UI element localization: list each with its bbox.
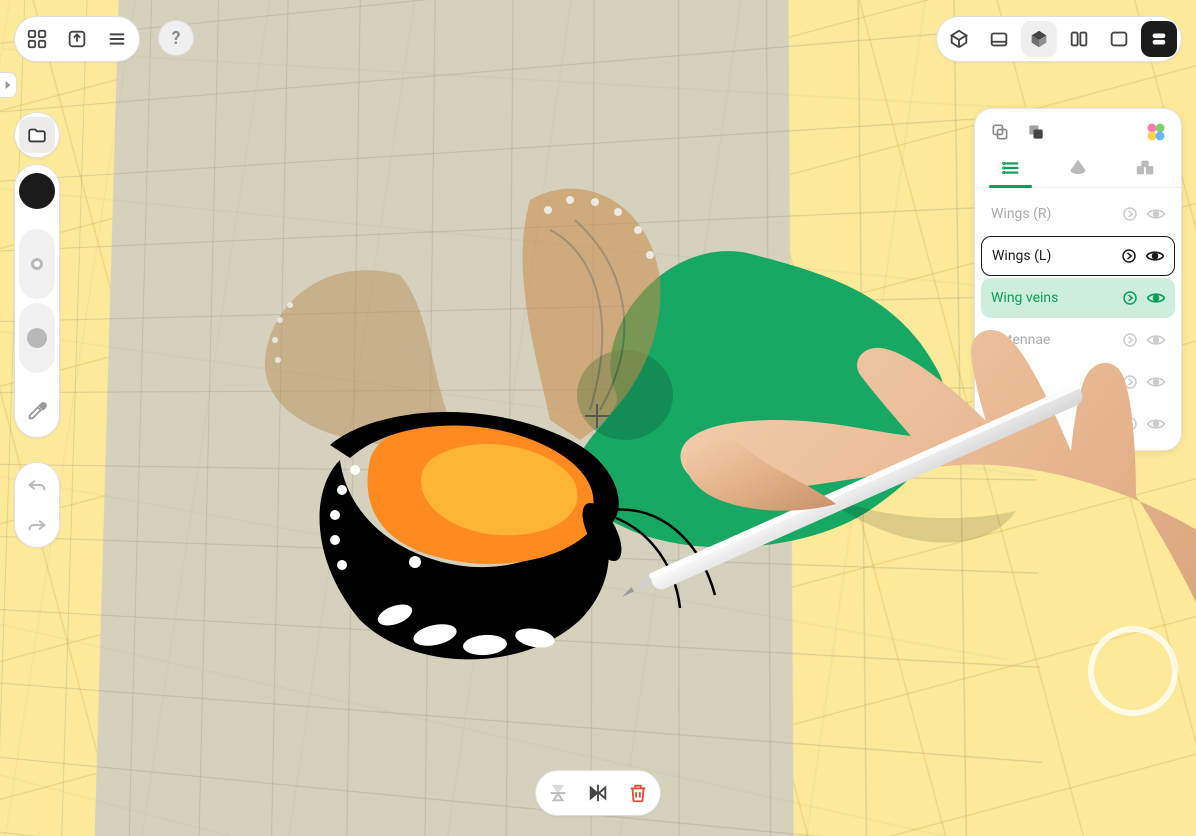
top-left-toolbar [14, 16, 140, 62]
side-drawer-toggle[interactable] [0, 72, 17, 98]
enter-layer-icon[interactable] [1117, 285, 1143, 311]
enter-layer-icon[interactable] [1117, 327, 1143, 353]
layer-item-head[interactable]: Head [981, 362, 1175, 402]
visibility-icon[interactable] [1143, 411, 1169, 437]
view-flat-button[interactable] [981, 21, 1017, 57]
layer-item-wings-r[interactable]: Wings (R) [981, 194, 1175, 234]
butterfly-art [230, 160, 740, 680]
layer-list: Wings (R) Wings (L) Wing veins Antennae … [975, 188, 1181, 450]
gesture-indicator [1088, 626, 1178, 716]
flip-vertical-button[interactable] [540, 775, 576, 811]
duplicate-layer-button[interactable] [987, 119, 1013, 145]
history-pill [14, 462, 60, 548]
layer-label: Head [991, 374, 1117, 390]
visibility-icon[interactable] [1143, 285, 1169, 311]
view-shape-button[interactable] [1141, 21, 1177, 57]
view-frame-button[interactable] [1101, 21, 1137, 57]
enter-layer-icon[interactable] [1117, 369, 1143, 395]
layers-panel: Wings (R) Wings (L) Wing veins Antennae … [974, 108, 1182, 451]
view-3d-outline-button[interactable] [941, 21, 977, 57]
undo-button[interactable] [19, 467, 55, 503]
enter-layer-icon[interactable] [1117, 411, 1143, 437]
palette-button[interactable] [1143, 119, 1169, 145]
swatch-folder-button[interactable] [19, 117, 55, 153]
view-split-button[interactable] [1061, 21, 1097, 57]
panel-header [975, 109, 1181, 149]
layer-label: Wings (L) [992, 248, 1116, 264]
layers-tab[interactable] [977, 149, 1044, 187]
brush-solid-icon [27, 328, 47, 348]
swatch-pill [14, 112, 60, 158]
bottom-toolbar [535, 770, 661, 816]
layer-item-antennae[interactable]: Antennae [981, 320, 1175, 360]
layer-label: Thorax [991, 416, 1117, 432]
brush-size-slider[interactable] [19, 229, 55, 299]
menu-button[interactable] [99, 21, 135, 57]
enter-layer-icon[interactable] [1116, 243, 1142, 269]
redo-button[interactable] [19, 507, 55, 543]
panel-tabs [975, 149, 1181, 188]
visibility-icon[interactable] [1143, 201, 1169, 227]
flip-horizontal-button[interactable] [580, 775, 616, 811]
color-swatch-primary[interactable] [19, 173, 55, 209]
gallery-button[interactable] [19, 21, 55, 57]
groups-tab[interactable] [1112, 149, 1179, 187]
merge-layer-button[interactable] [1023, 119, 1049, 145]
visibility-icon[interactable] [1142, 243, 1168, 269]
help-button[interactable]: ? [158, 20, 194, 56]
brush-ring-icon [31, 258, 43, 270]
layer-item-thorax[interactable]: Thorax [981, 404, 1175, 444]
layer-label: Antennae [991, 332, 1117, 348]
visibility-icon[interactable] [1143, 369, 1169, 395]
export-button[interactable] [59, 21, 95, 57]
help-label: ? [172, 28, 181, 49]
eyedropper-button[interactable] [19, 393, 55, 429]
layer-label: Wings (R) [991, 206, 1117, 222]
layer-item-wing-veins[interactable]: Wing veins [981, 278, 1175, 318]
fills-tab[interactable] [1044, 149, 1111, 187]
layer-label: Wing veins [991, 290, 1117, 306]
cursor-crosshair [585, 404, 609, 428]
delete-button[interactable] [620, 775, 656, 811]
enter-layer-icon[interactable] [1117, 201, 1143, 227]
layer-item-wings-l[interactable]: Wings (L) [981, 236, 1175, 276]
view-3d-fill-button[interactable] [1021, 21, 1057, 57]
brush-opacity-slider[interactable] [19, 303, 55, 373]
brush-pill [14, 164, 60, 438]
visibility-icon[interactable] [1143, 327, 1169, 353]
top-right-toolbar [936, 16, 1182, 62]
